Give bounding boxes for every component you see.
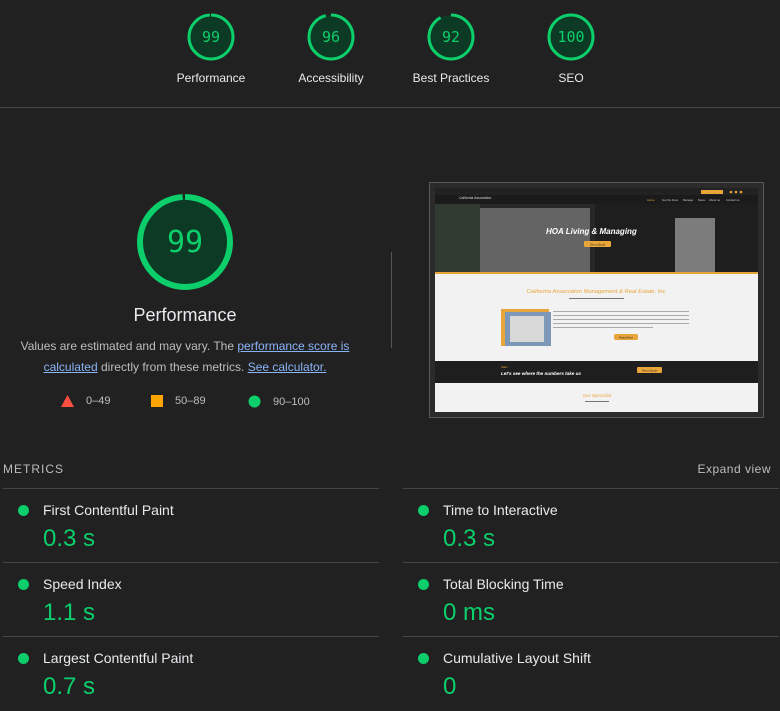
gauge-score: 92 <box>442 28 460 46</box>
pass-circle-icon <box>18 579 29 590</box>
legend-range: 0–49 <box>86 395 111 407</box>
pass-circle-icon <box>18 505 29 516</box>
gauge-score: 99 <box>202 28 220 46</box>
gauge-label: Performance <box>176 71 246 85</box>
desc-text: Values are estimated and may vary. The <box>20 339 238 353</box>
metric-label: Time to Interactive <box>443 502 558 518</box>
legend-range: 90–100 <box>273 395 310 408</box>
metric-value: 0.3 s <box>443 525 496 552</box>
performance-title: Performance <box>133 305 237 325</box>
metric-cls: Cumulative Layout Shift 0 <box>403 636 779 711</box>
metric-label: Speed Index <box>43 576 122 592</box>
metric-label: Largest Contentful Paint <box>43 650 194 666</box>
site-nav-home: Home <box>647 198 655 202</box>
square-icon <box>151 395 163 407</box>
site-nav-item: Manage <box>683 198 694 202</box>
section-title: California Association Management & Real… <box>527 289 666 295</box>
final-screenshot[interactable]: California Association Home Get the Fees… <box>429 182 764 418</box>
gauge-ring: 99 <box>187 13 235 61</box>
pass-circle-icon <box>18 653 29 664</box>
gauge-ring: 96 <box>307 13 355 61</box>
metric-label: Cumulative Layout Shift <box>443 650 591 666</box>
gauge-accessibility[interactable]: 96 Accessibility <box>271 12 391 85</box>
pass-circle-icon <box>418 505 429 516</box>
gauge-score: 100 <box>557 28 584 46</box>
hero-button: Get a Quote <box>590 242 606 246</box>
site-nav-item: Get the Fees <box>662 198 679 202</box>
category-gauges: 99 Performance 96 Accessibility 92 Best … <box>0 0 780 108</box>
specialist-title: Our Specialist <box>583 393 612 398</box>
metric-value: 0 ms <box>443 599 496 626</box>
legend-fail: 0–49 <box>61 395 110 407</box>
gauge-label: Best Practices <box>412 71 490 85</box>
metric-label: First Contentful Paint <box>43 502 174 518</box>
metric-tti: Time to Interactive 0.3 s <box>403 488 779 563</box>
legend-pass: 90–100 <box>248 395 310 408</box>
numbers-kicker: Stats <box>501 365 508 369</box>
site-nav-item: News <box>698 198 706 202</box>
legend-average: 50–89 <box>151 395 206 407</box>
metric-value: 1.1 s <box>43 599 96 626</box>
numbers-title: Let's see where the numbers take us <box>501 371 581 376</box>
pass-circle-icon <box>418 653 429 664</box>
triangle-icon <box>61 395 74 407</box>
divider <box>391 252 392 348</box>
gauge-seo[interactable]: 100 SEO <box>511 12 631 85</box>
performance-gauge: 99 <box>135 192 235 292</box>
site-nav-item: Contact us <box>726 198 740 202</box>
site-logo: California Association <box>459 196 492 200</box>
metric-tbt: Total Blocking Time 0 ms <box>403 562 779 637</box>
gauge-ring: 92 <box>427 13 475 61</box>
performance-score: 99 <box>167 225 203 260</box>
screenshot-image: California Association Home Get the Fees… <box>435 188 758 412</box>
legend-range: 50–89 <box>175 395 206 407</box>
see-calculator-link[interactable]: See calculator. <box>248 360 327 374</box>
pass-circle-icon <box>418 579 429 590</box>
hero-title: HOA Living & Managing <box>546 227 637 236</box>
gauge-ring: 100 <box>547 13 595 61</box>
gauge-score: 96 <box>322 28 340 46</box>
metric-lcp: Largest Contentful Paint 0.7 s <box>3 636 379 711</box>
metric-label: Total Blocking Time <box>443 576 564 592</box>
desc-text: directly from these metrics. <box>97 360 248 374</box>
metrics-heading: METRICS <box>3 462 64 476</box>
about-button: Read More <box>619 335 633 339</box>
metric-value: 0 <box>443 673 457 700</box>
expand-view-toggle[interactable]: Expand view <box>697 462 771 476</box>
metric-value: 0.7 s <box>43 673 96 700</box>
metric-speed-index: Speed Index 1.1 s <box>3 562 379 637</box>
metric-fcp: First Contentful Paint 0.3 s <box>3 488 379 563</box>
circle-icon <box>248 395 261 408</box>
metric-value: 0.3 s <box>43 525 96 552</box>
performance-description: Values are estimated and may vary. The p… <box>10 336 360 378</box>
gauge-label: SEO <box>558 71 584 85</box>
gauge-best-practices[interactable]: 92 Best Practices <box>391 12 511 85</box>
gauge-performance[interactable]: 99 Performance <box>151 12 271 85</box>
site-nav-item: About us <box>709 198 721 202</box>
gauge-label: Accessibility <box>298 71 364 85</box>
numbers-button: Get a Quote <box>642 368 658 372</box>
